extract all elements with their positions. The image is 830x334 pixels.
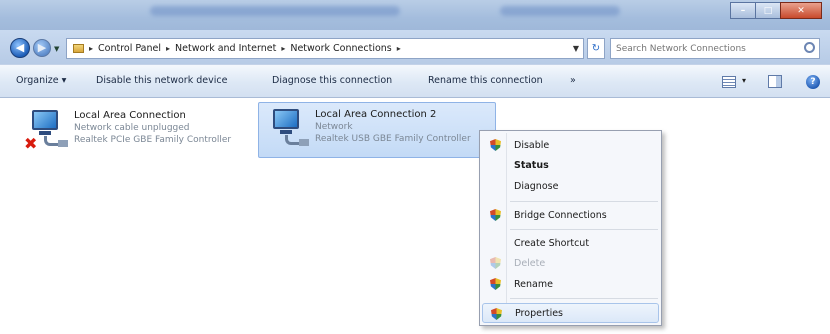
menu-item-label: Bridge Connections [514,209,607,221]
context-menu: Disable Status Diagnose Bridge Connectio… [479,130,662,326]
menu-item-label: Create Shortcut [514,237,590,249]
breadcrumb-separator[interactable]: ▸ [281,44,285,53]
menu-item-bridge-connections[interactable]: Bridge Connections [482,205,659,225]
menu-item-label: Properties [515,307,564,319]
back-arrow-icon: ◀ [15,41,25,54]
forward-button[interactable]: ▶ [33,39,51,57]
disconnected-x-icon: ✖ [24,134,38,153]
network-plug-icon [58,140,68,147]
control-panel-icon [73,44,84,53]
more-commands-button[interactable]: » [570,75,576,86]
network-adapter-icon: ✖ [22,108,68,156]
maximize-icon: □ [763,5,773,16]
connection-item-local-area-connection[interactable]: ✖ Local Area Connection Network cable un… [18,104,254,160]
search-icon[interactable] [804,42,815,53]
uac-shield-icon [490,278,501,290]
refresh-icon: ↻ [591,43,601,54]
rename-connection-button[interactable]: Rename this connection [428,75,543,86]
blurred-title-text [150,6,400,16]
breadcrumb-separator[interactable]: ▸ [89,44,93,53]
window-title-bar[interactable]: – □ ✕ [0,0,830,30]
menu-item-label: Disable [514,139,550,151]
disable-device-button[interactable]: Disable this network device [96,75,227,86]
window-controls: – □ ✕ [730,2,822,19]
minimize-icon: – [740,5,746,16]
connection-device: Realtek USB GBE Family Controller [315,134,471,144]
connection-status: Network [315,122,353,132]
menu-separator [510,201,658,202]
preview-pane-icon[interactable] [768,75,782,88]
menu-item-label: Diagnose [514,180,559,192]
uac-shield-icon [491,308,502,320]
menu-separator [510,298,658,299]
network-plug-icon [299,139,309,146]
help-icon[interactable]: ? [806,75,820,89]
diagnose-button[interactable]: Diagnose this connection [272,75,392,86]
connection-item-local-area-connection-2[interactable]: Local Area Connection 2 Network Realtek … [258,102,496,158]
close-button[interactable]: ✕ [780,2,822,19]
uac-shield-icon [490,209,501,221]
command-toolbar: Organize ▾ Disable this network device D… [0,64,830,98]
address-dropdown-button[interactable]: ▼ [568,38,584,59]
network-adapter-icon [263,107,309,155]
menu-item-label: Status [514,159,549,171]
menu-item-create-shortcut[interactable]: Create Shortcut [482,233,659,253]
menu-item-disable[interactable]: Disable [482,135,659,155]
monitor-icon [273,109,299,129]
connection-name: Local Area Connection 2 [315,109,437,120]
views-icon[interactable] [722,76,736,88]
uac-shield-icon [490,139,501,151]
monitor-stand [39,131,51,135]
menu-item-label: Rename [514,278,553,290]
menu-item-properties[interactable]: Properties [482,303,659,323]
forward-arrow-icon: ▶ [37,41,47,54]
connection-device: Realtek PCIe GBE Family Controller [74,135,232,145]
breadcrumb-network-connections[interactable]: Network Connections [290,43,391,54]
close-icon: ✕ [797,5,805,16]
menu-item-delete: Delete [482,253,659,273]
back-button[interactable]: ◀ [10,38,30,58]
monitor-icon [32,110,58,130]
connection-status: Network cable unplugged [74,123,190,133]
connection-name: Local Area Connection [74,110,186,121]
refresh-button[interactable]: ↻ [587,38,605,59]
search-box[interactable] [610,38,820,59]
menu-item-diagnose[interactable]: Diagnose [482,176,659,196]
organize-button[interactable]: Organize ▾ [16,75,66,86]
search-input[interactable] [611,39,796,58]
minimize-button[interactable]: – [730,2,756,19]
monitor-stand [280,130,292,134]
uac-shield-icon [490,257,501,269]
recent-pages-dropdown[interactable]: ▼ [54,45,59,53]
breadcrumb-separator[interactable]: ▸ [397,44,401,53]
menu-item-status[interactable]: Status [482,155,659,175]
menu-separator [510,229,658,230]
connections-list[interactable]: ✖ Local Area Connection Network cable un… [0,98,830,334]
breadcrumb-network-and-internet[interactable]: Network and Internet [175,43,276,54]
address-bar[interactable]: ▸ Control Panel ▸ Network and Internet ▸… [66,38,584,59]
breadcrumb-control-panel[interactable]: Control Panel [98,43,161,54]
menu-item-label: Delete [514,257,546,269]
blurred-title-text [500,6,620,16]
menu-item-rename[interactable]: Rename [482,274,659,294]
views-dropdown-button[interactable]: ▾ [742,76,746,92]
address-row: ◀ ▶ ▼ ▸ Control Panel ▸ Network and Inte… [0,30,830,64]
maximize-button[interactable]: □ [755,2,781,19]
breadcrumb-separator[interactable]: ▸ [166,44,170,53]
